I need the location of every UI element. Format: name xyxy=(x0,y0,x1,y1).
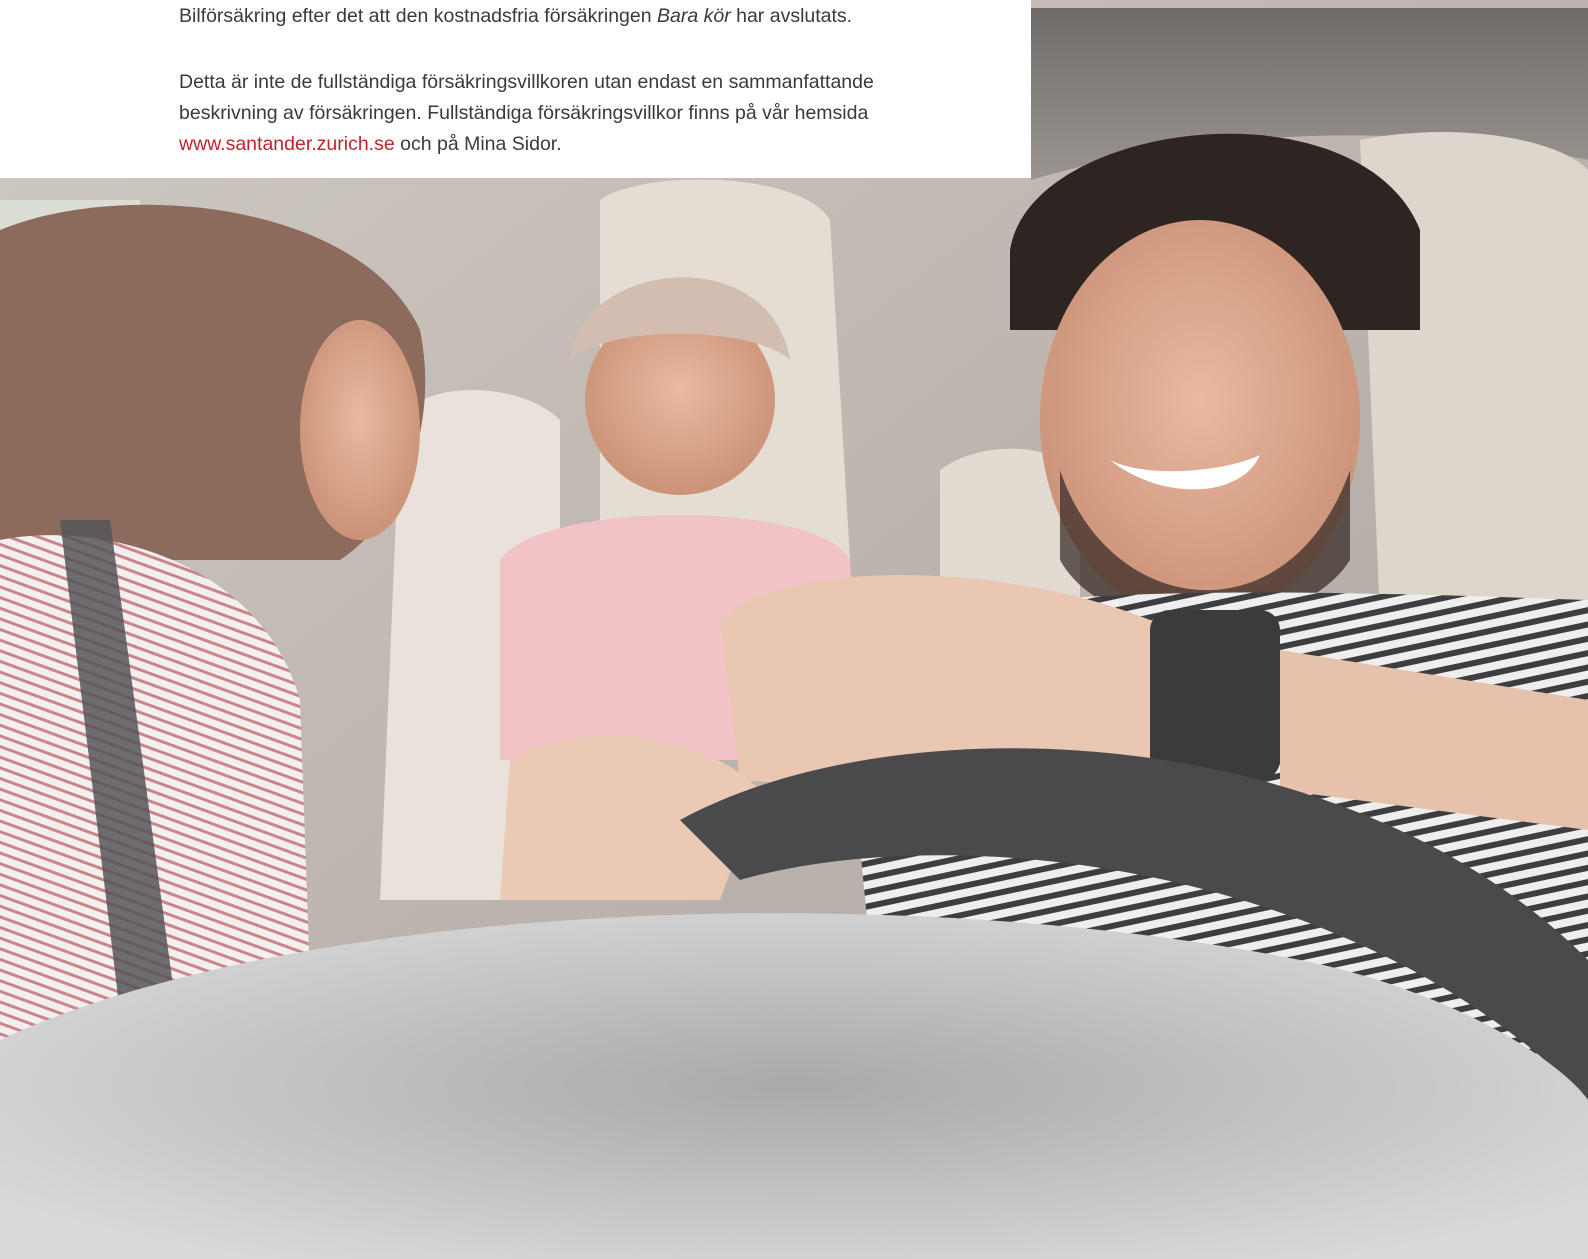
disclaimer-text-end: och på Mina Sidor. xyxy=(394,133,562,155)
intro-text-end: har avslutats. xyxy=(730,5,853,27)
document-page: Bilförsäkring efter det att den kostnads… xyxy=(0,0,1588,1259)
website-link[interactable]: www.santander.zurich.se xyxy=(179,133,395,155)
intro-paragraph: Bilförsäkring efter det att den kostnads… xyxy=(179,1,939,32)
disclaimer-paragraph: Detta är inte de fullständiga försäkring… xyxy=(179,67,939,160)
product-name: Bara kör xyxy=(657,5,731,27)
disclaimer-text: Detta är inte de fullständiga försäkring… xyxy=(179,71,874,124)
intro-text-start: Bilförsäkring efter det att den kostnads… xyxy=(179,5,657,27)
text-panel: Bilförsäkring efter det att den kostnads… xyxy=(0,0,1031,178)
family-car-photo xyxy=(0,0,1588,1259)
